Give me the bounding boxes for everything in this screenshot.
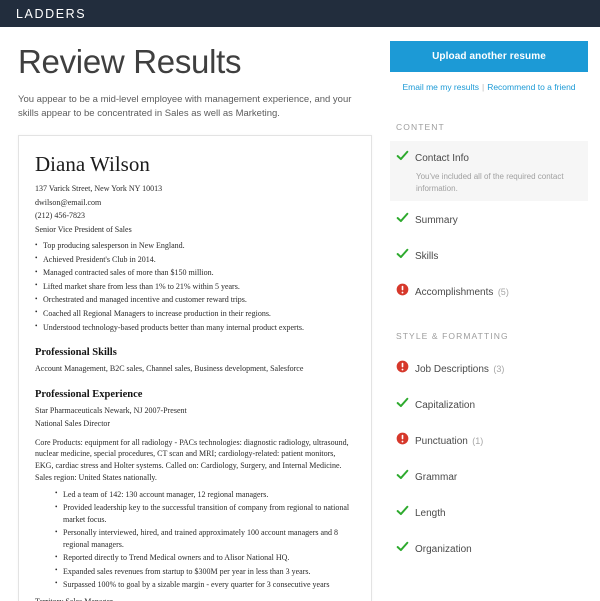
checklist-item-label: Job Descriptions xyxy=(415,364,489,375)
checklist-item-label: Summary xyxy=(415,215,458,226)
resume-job1-bullets: Led a team of 142: 130 account manager, … xyxy=(35,488,355,591)
list-item: Provided leadership key to the successfu… xyxy=(55,502,355,526)
check-icon xyxy=(396,467,411,481)
resume-job1-summary: Core Products: equipment for all radiolo… xyxy=(35,437,349,483)
checklist-item-label: Contact Info xyxy=(415,153,469,164)
check-icon xyxy=(396,539,411,553)
check-icon xyxy=(396,503,411,517)
upload-another-resume-button[interactable]: Upload another resume xyxy=(390,41,588,72)
checklist-item-count: (5) xyxy=(497,287,509,297)
checklist-item-label: Punctuation xyxy=(415,436,468,447)
list-item: Personally interviewed, hired, and train… xyxy=(55,527,355,551)
list-item: Lifted market share from less than 1% to… xyxy=(35,279,355,294)
checklist-item-job-descriptions[interactable]: Job Descriptions (3) xyxy=(390,350,588,386)
resume-top-bullets: Top producing salesperson in New England… xyxy=(35,239,355,334)
checklist-item-capitalization[interactable]: Capitalization xyxy=(390,386,588,422)
page-title: Review Results xyxy=(18,43,242,80)
resume-candidate-name: Diana Wilson xyxy=(35,152,150,176)
resume-email: dwilson@email.com xyxy=(35,197,102,207)
style-section-label: STYLE & FORMATTING xyxy=(396,331,509,341)
resume-headline: Senior Vice President of Sales xyxy=(35,224,132,234)
list-item: Top producing salesperson in New England… xyxy=(35,239,355,253)
list-item: Led a team of 142: 130 account manager, … xyxy=(55,488,355,501)
resume-skills-heading: Professional Skills xyxy=(35,347,117,359)
list-item: Expanded sales revenues from startup to … xyxy=(55,565,355,578)
content-checklist: Contact Info You've included all of the … xyxy=(390,141,588,309)
ladders-logo[interactable]: LADDERS xyxy=(16,7,86,21)
check-icon xyxy=(396,148,411,162)
alert-icon xyxy=(396,282,411,296)
checklist-item-accomplishments[interactable]: Accomplishments (5) xyxy=(390,273,588,309)
resume-preview-panel[interactable]: Diana Wilson 137 Varick Street, New York… xyxy=(18,135,372,601)
list-item: Achieved President's Club in 2014. xyxy=(35,252,355,267)
list-item: Managed contracted sales of more than $1… xyxy=(35,266,355,280)
list-item: Coached all Regional Managers to increas… xyxy=(35,306,355,321)
checklist-item-label: Skills xyxy=(415,251,439,262)
review-sidebar: Upload another resume Email me my result… xyxy=(378,27,600,566)
intro-paragraph: You appear to be a mid-level employee wi… xyxy=(18,94,352,119)
content-section-label: CONTENT xyxy=(396,122,445,132)
check-icon xyxy=(396,246,411,260)
sidebar-links: Email me my results | Recommend to a frien… xyxy=(390,82,588,92)
checklist-item-label: Length xyxy=(415,508,446,519)
page-body: Review Results You appear to be a mid-le… xyxy=(0,27,600,601)
list-item: Reported directly to Trend Medical owner… xyxy=(55,552,355,564)
results-column: Review Results You appear to be a mid-le… xyxy=(0,27,378,601)
checklist-item-punctuation[interactable]: Punctuation (1) xyxy=(390,422,588,458)
resume-address: 137 Varick Street, New York NY 10013 xyxy=(35,184,163,193)
checklist-item-organization[interactable]: Organization xyxy=(390,530,588,566)
check-icon xyxy=(396,210,411,224)
resume-job1-title: National Sales Director xyxy=(35,419,111,429)
resume-job2-title: Territory Sales Manager xyxy=(35,595,355,601)
checklist-item-contact-info[interactable]: Contact Info You've included all of the … xyxy=(390,141,588,201)
resume-phone: (212) 456-7823 xyxy=(35,211,85,220)
checklist-item-label: Accomplishments xyxy=(415,287,494,298)
checklist-item-count: (3) xyxy=(493,364,505,374)
resume-experience-heading: Professional Experience xyxy=(35,388,143,400)
recommend-to-a-friend-link[interactable]: Recommend to a friend xyxy=(487,82,575,92)
checklist-item-count: (1) xyxy=(472,436,484,446)
checklist-item-label: Organization xyxy=(415,544,472,555)
style-checklist: Job Descriptions (3) Capitalization Punc… xyxy=(390,350,588,566)
list-item: Understood technology-based products bet… xyxy=(35,320,355,335)
checklist-item-summary[interactable]: Summary xyxy=(390,201,588,237)
checklist-item-length[interactable]: Length xyxy=(390,494,588,530)
email-me-my-results-link[interactable]: Email me my results xyxy=(402,82,479,92)
checklist-item-label: Capitalization xyxy=(415,400,476,411)
checklist-item-description: You've included all of the required cont… xyxy=(416,172,564,193)
alert-icon xyxy=(396,359,411,373)
resume-skills-text: Account Management, B2C sales, Channel s… xyxy=(35,364,304,374)
alert-icon xyxy=(396,431,411,445)
resume-job1-company: Star Pharmaceuticals Newark, NJ 2007-Pre… xyxy=(35,405,187,415)
check-icon xyxy=(396,395,411,409)
checklist-item-skills[interactable]: Skills xyxy=(390,237,588,273)
checklist-item-grammar[interactable]: Grammar xyxy=(390,458,588,494)
list-item: Orchestrated and managed incentive and c… xyxy=(35,293,355,307)
link-separator: | xyxy=(481,82,485,92)
checklist-item-label: Grammar xyxy=(415,472,458,483)
top-navigation-bar: LADDERS xyxy=(0,0,600,27)
list-item: Surpassed 100% to goal by a sizable marg… xyxy=(55,578,355,591)
